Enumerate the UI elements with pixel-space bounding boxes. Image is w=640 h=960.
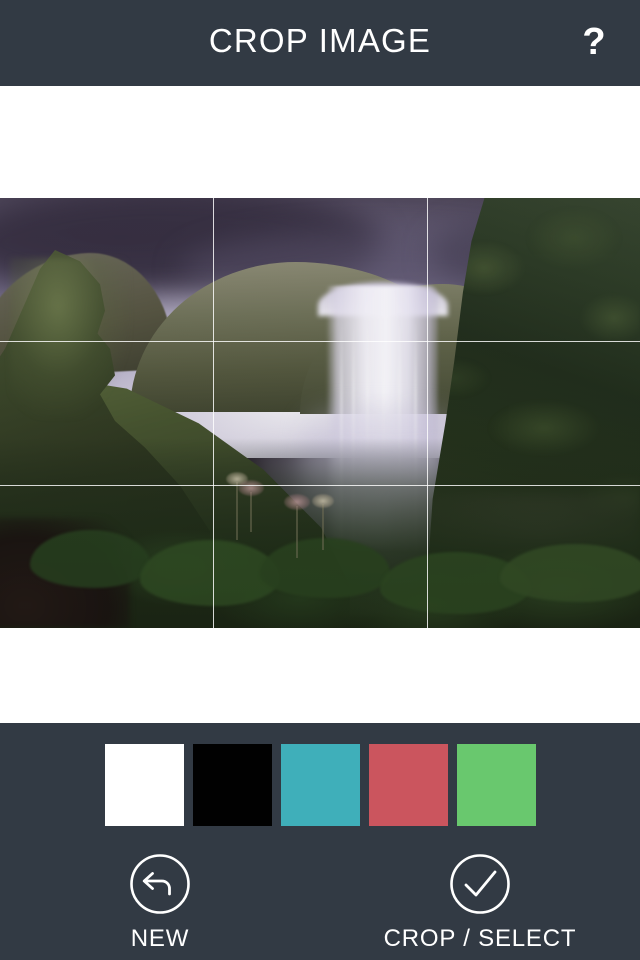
checkmark-circle-icon: [450, 854, 510, 914]
photo-rock-moss-highlight: [10, 258, 130, 418]
bottom-toolbar: NEW CROP / SELECT: [0, 723, 640, 960]
crop-select-button[interactable]: CROP / SELECT: [380, 853, 580, 953]
photo-leaf-cluster: [30, 530, 150, 588]
page-title: CROP IMAGE: [208, 22, 432, 59]
color-swatch-teal[interactable]: [280, 744, 360, 826]
back-arrow-circle-icon: [130, 854, 190, 914]
photo-plant-stem: [322, 504, 324, 550]
new-button[interactable]: NEW: [60, 853, 260, 953]
crop-image-preview[interactable]: [0, 198, 640, 628]
new-button-label: NEW: [130, 925, 190, 952]
crop-select-button-label: CROP / SELECT: [383, 925, 577, 952]
photo-plant-stem: [236, 482, 238, 540]
photo-plant-stem: [296, 506, 298, 558]
color-swatch-black[interactable]: [192, 744, 272, 826]
crop-image-screen: CROP IMAGE ? NEW CROP / SELECT: [0, 0, 640, 960]
help-icon[interactable]: ?: [566, 14, 622, 70]
photo-flower: [312, 494, 334, 508]
color-swatch-row: [0, 744, 640, 826]
photo-flower: [238, 480, 264, 496]
action-button-row: NEW CROP / SELECT: [0, 853, 640, 953]
color-swatch-white[interactable]: [104, 744, 184, 826]
app-header: CROP IMAGE ?: [0, 0, 640, 86]
color-swatch-green[interactable]: [456, 744, 536, 826]
photo-plant-stem: [250, 492, 252, 532]
photo-leaf-cluster: [260, 538, 390, 598]
image-canvas-area[interactable]: [0, 86, 640, 723]
source-photo: [0, 198, 640, 628]
color-swatch-red[interactable]: [368, 744, 448, 826]
photo-flower: [284, 494, 310, 510]
